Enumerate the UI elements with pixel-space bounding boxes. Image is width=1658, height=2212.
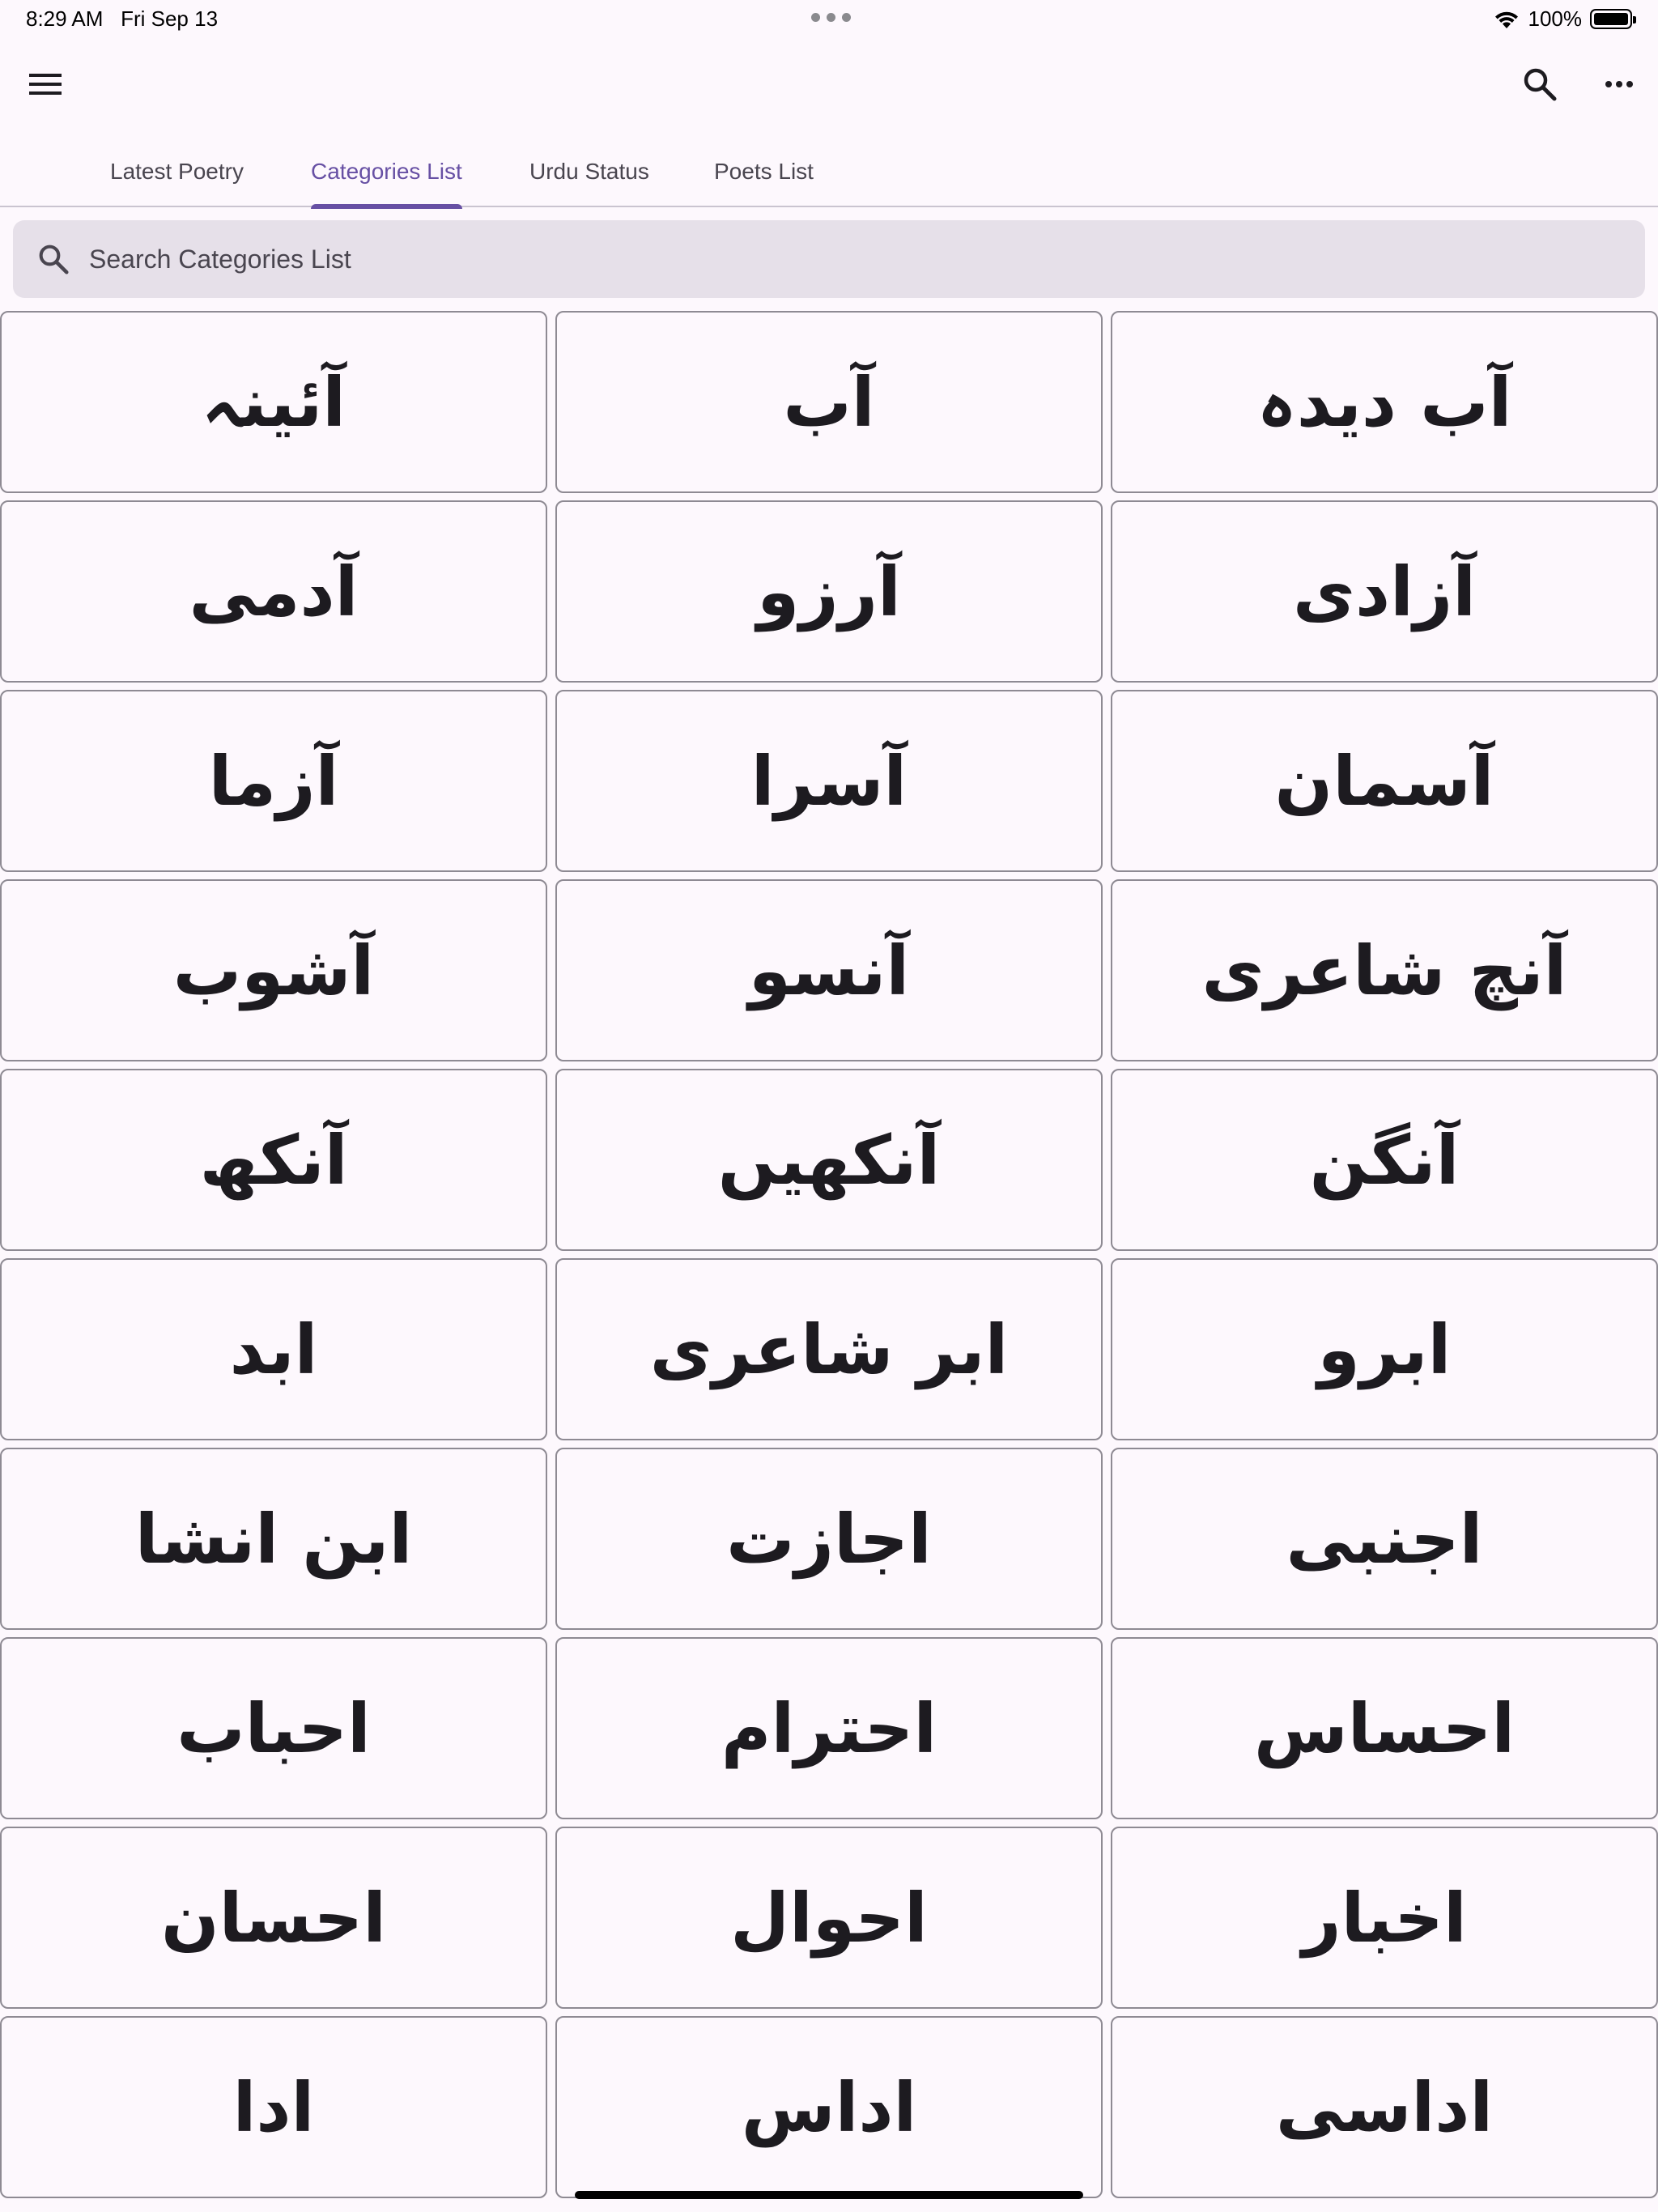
category-label: احسان [160, 1878, 387, 1958]
menu-button[interactable] [13, 52, 78, 117]
category-card[interactable]: احسان [0, 1827, 547, 2009]
category-card[interactable]: آنچ شاعری [1111, 879, 1658, 1061]
category-card[interactable]: آب دیدہ [1111, 311, 1658, 493]
category-label: ابد [229, 1309, 318, 1389]
battery-percent: 100% [1528, 6, 1583, 31]
category-label: آزادی [1292, 551, 1477, 632]
categories-grid: آئینہ آب آب دیدہ آدمی آرزو آزادی آزما آسرا آسمان… [0, 311, 1658, 2198]
status-indicators: 100% [1493, 6, 1636, 32]
category-label: آسرا [750, 741, 908, 821]
category-card[interactable]: آب [555, 311, 1103, 493]
status-time: 8:29 AM [26, 6, 104, 31]
category-card[interactable]: احترام [555, 1637, 1103, 1819]
category-card[interactable]: آدمی [0, 500, 547, 683]
category-card[interactable]: اخبار [1111, 1827, 1658, 2009]
active-tab-indicator [311, 204, 462, 209]
category-card[interactable]: ابد [0, 1258, 547, 1440]
app-bar [0, 49, 1658, 121]
tab-poets-list[interactable]: Poets List [714, 136, 814, 207]
status-date: Fri Sep 13 [121, 6, 219, 31]
category-card[interactable]: آرزو [555, 500, 1103, 683]
status-time-date: 8:29 AM Fri Sep 13 [26, 6, 218, 32]
category-label: احوال [730, 1878, 928, 1958]
category-card[interactable]: اجنبی [1111, 1448, 1658, 1630]
tab-label: Categories List [311, 159, 462, 184]
category-label: آب [783, 362, 875, 442]
category-label: آئینہ [201, 362, 346, 442]
category-card[interactable]: آئینہ [0, 311, 547, 493]
category-label: اخبار [1302, 1878, 1467, 1958]
tab-categories-list[interactable]: Categories List [311, 136, 462, 209]
search-icon [1524, 68, 1557, 101]
category-label: ادا [232, 2067, 315, 2147]
category-label: آرزو [757, 551, 901, 632]
tab-label: Urdu Status [529, 159, 649, 184]
category-label: ابر شاعری [649, 1309, 1009, 1389]
tab-urdu-status[interactable]: Urdu Status [529, 136, 649, 207]
category-label: آب دیدہ [1256, 362, 1512, 442]
category-label: آزما [208, 741, 339, 821]
category-card[interactable]: آزادی [1111, 500, 1658, 683]
category-label: آسمان [1274, 741, 1494, 821]
more-options-button[interactable] [1587, 52, 1652, 117]
category-label: آنگن [1309, 1120, 1460, 1200]
category-card[interactable]: آنکھیں [555, 1069, 1103, 1251]
category-card[interactable]: احباب [0, 1637, 547, 1819]
more-horizontal-icon [1605, 81, 1633, 87]
category-card[interactable]: اداسی [1111, 2016, 1658, 2198]
category-card[interactable]: ابرو [1111, 1258, 1658, 1440]
category-card[interactable]: ابن انشا [0, 1448, 547, 1630]
category-card[interactable]: آسرا [555, 690, 1103, 872]
category-card[interactable]: اجازت [555, 1448, 1103, 1630]
category-label: ابرو [1317, 1309, 1452, 1389]
category-card[interactable]: آنگن [1111, 1069, 1658, 1251]
category-label: آنسو [748, 930, 910, 1010]
category-card[interactable]: اداس [555, 2016, 1103, 2198]
battery-icon [1590, 9, 1636, 29]
wifi-icon [1494, 11, 1518, 28]
category-card[interactable]: ادا [0, 2016, 547, 2198]
tab-label: Poets List [714, 159, 814, 184]
category-card[interactable]: احوال [555, 1827, 1103, 2009]
search-field-icon [34, 240, 73, 279]
tab-label: Latest Poetry [110, 159, 244, 184]
search-input[interactable] [89, 244, 1611, 274]
multitask-dots-icon[interactable] [811, 13, 851, 22]
category-card[interactable]: آسمان [1111, 690, 1658, 872]
category-label: احساس [1253, 1688, 1516, 1768]
category-label: اداس [741, 2067, 917, 2147]
menu-icon [29, 74, 62, 95]
category-label: آنکھ [199, 1120, 348, 1200]
category-card[interactable]: آزما [0, 690, 547, 872]
category-card[interactable]: آنکھ [0, 1069, 547, 1251]
tab-bar: Latest Poetry Categories List Urdu Statu… [0, 136, 1658, 209]
category-label: احباب [176, 1688, 371, 1768]
category-label: احترام [721, 1688, 937, 1768]
category-label: آنکھیں [717, 1120, 941, 1200]
status-bar: 8:29 AM Fri Sep 13 100% [0, 0, 1658, 39]
category-card[interactable]: ابر شاعری [555, 1258, 1103, 1440]
category-label: آشوب [172, 930, 375, 1010]
category-label: اجازت [726, 1499, 932, 1579]
tab-latest-poetry[interactable]: Latest Poetry [110, 136, 244, 207]
category-label: آدمی [189, 551, 359, 632]
search-bar[interactable] [13, 220, 1645, 298]
category-label: اداسی [1275, 2067, 1494, 2147]
category-card[interactable]: آنسو [555, 879, 1103, 1061]
search-button[interactable] [1507, 52, 1572, 117]
category-card[interactable]: آشوب [0, 879, 547, 1061]
category-card[interactable]: احساس [1111, 1637, 1658, 1819]
category-label: اجنبی [1286, 1499, 1483, 1579]
home-indicator[interactable] [575, 2191, 1083, 2199]
category-label: ابن انشا [134, 1499, 413, 1579]
category-label: آنچ شاعری [1201, 930, 1567, 1010]
